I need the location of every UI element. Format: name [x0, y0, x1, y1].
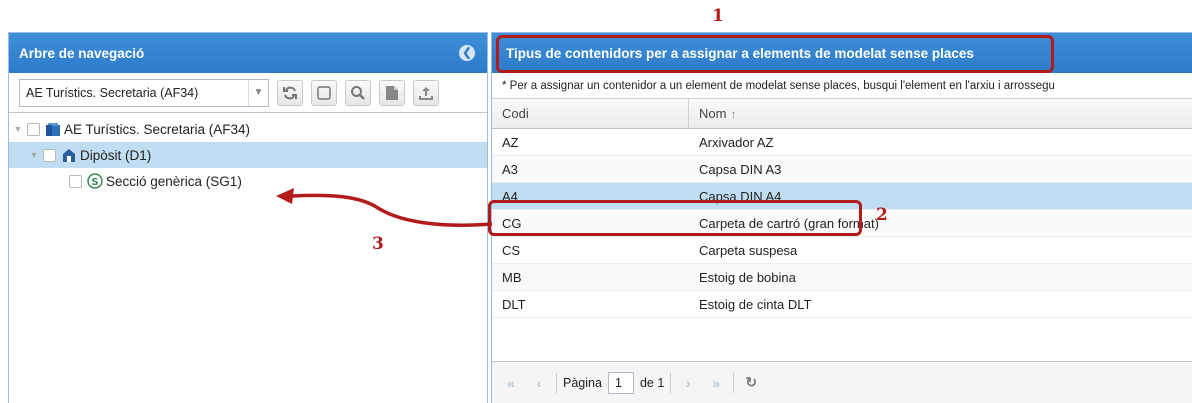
annotation-arrow: [276, 188, 493, 227]
